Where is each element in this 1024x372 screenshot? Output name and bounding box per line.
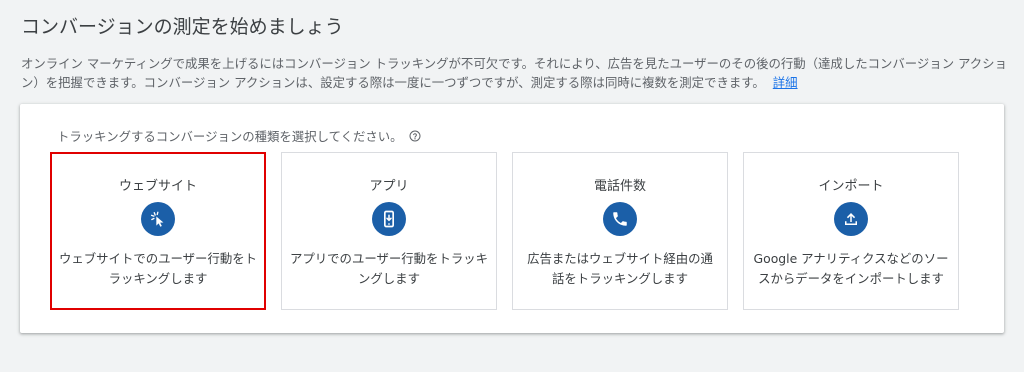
phone-icon (603, 202, 637, 236)
selector-prompt-text: トラッキングするコンバージョンの種類を選択してください。 (57, 129, 403, 144)
page-description: オンライン マーケティングで成果を上げるにはコンバージョン トラッキングが不可欠… (21, 54, 1011, 92)
details-link[interactable]: 詳細 (773, 75, 798, 90)
option-import-title: インポート (818, 179, 884, 194)
option-website[interactable]: ウェブサイト ウェブサイトでのユーザー行動をトラッキングします (50, 152, 266, 310)
option-app-description: アプリでのユーザー行動をトラッキングします (290, 251, 489, 286)
description-text: オンライン マーケティングで成果を上げるにはコンバージョン トラッキングが不可欠… (21, 56, 1007, 90)
page-title: コンバージョンの測定を始めましょう (21, 16, 344, 38)
option-website-description: ウェブサイトでのユーザー行動をトラッキングします (59, 251, 258, 286)
selector-prompt: トラッキングするコンバージョンの種類を選択してください。 (57, 127, 421, 145)
conversion-setup-page: コンバージョンの測定を始めましょう オンライン マーケティングで成果を上げるには… (0, 0, 1024, 372)
option-phone-description: 広告またはウェブサイト経由の通話をトラッキングします (527, 251, 713, 286)
upload-icon (834, 202, 868, 236)
conversion-type-card: トラッキングするコンバージョンの種類を選択してください。 ウェブサイト ウェブサ… (20, 104, 1004, 333)
option-phone-calls[interactable]: 電話件数 広告またはウェブサイト経由の通話をトラッキングします (512, 152, 728, 310)
option-import-description: Google アナリティクスなどのソースからデータをインポートします (753, 251, 949, 286)
option-website-title: ウェブサイト (118, 179, 197, 194)
option-app[interactable]: アプリ アプリでのユーザー行動をトラッキングします (281, 152, 497, 310)
option-import[interactable]: インポート Google アナリティクスなどのソースからデータをインポートします (743, 152, 959, 310)
cursor-click-icon (141, 202, 175, 236)
option-phone-title: 電話件数 (593, 179, 646, 194)
option-app-title: アプリ (369, 179, 409, 194)
mobile-download-icon (372, 202, 406, 236)
help-circle-icon[interactable] (409, 130, 421, 142)
